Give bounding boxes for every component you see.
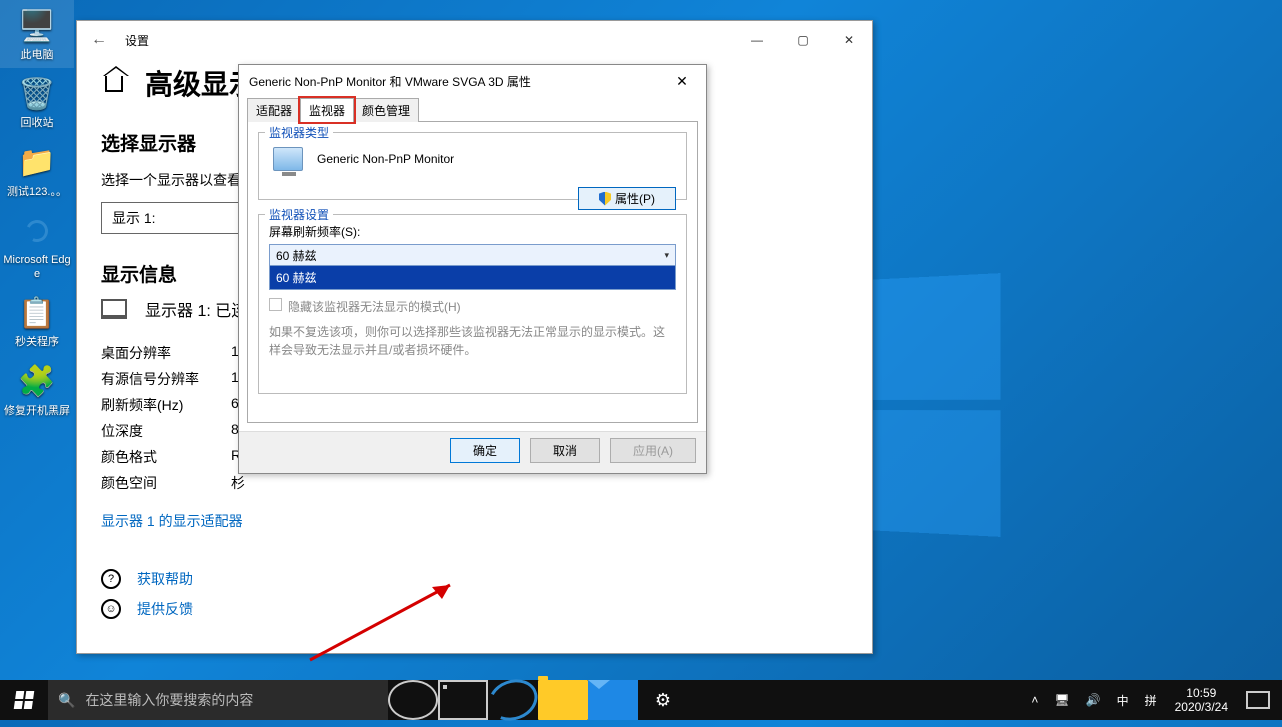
desktop-icon-this-pc[interactable]: 🖥️ 此电脑 [0, 0, 74, 68]
recycle-bin-icon: 🗑️ [17, 74, 57, 114]
get-help-link[interactable]: ? 获取帮助 [101, 569, 848, 589]
monitor-device-icon [273, 147, 303, 171]
folder-icon: 📁 [17, 143, 57, 183]
feedback-text: 提供反馈 [137, 599, 193, 619]
task-view-button[interactable] [438, 680, 488, 720]
search-icon: 🔍 [58, 692, 75, 709]
refresh-rate-label: 屏幕刷新频率(S): [269, 223, 676, 240]
cancel-button[interactable]: 取消 [530, 438, 600, 463]
taskbar-app-settings[interactable]: ⚙ [638, 680, 688, 720]
desktop-icon-folder[interactable]: 📁 测试123.。。 [0, 137, 74, 205]
monitor-name: Generic Non-PnP Monitor [317, 152, 454, 166]
taskbar-app-edge[interactable] [488, 680, 538, 720]
group-title: 监视器设置 [265, 206, 333, 223]
help-text: 获取帮助 [137, 569, 193, 589]
taskbar-search[interactable]: 🔍 在这里输入你要搜索的内容 [48, 680, 388, 720]
maximize-button[interactable]: ▢ [780, 25, 826, 55]
display-dropdown-value: 显示 1: [112, 208, 156, 228]
info-label: 位深度 [101, 421, 231, 441]
uac-shield-icon [599, 192, 611, 206]
desktop-icon-app2[interactable]: 🧩 修复开机黑屏 [0, 356, 74, 424]
close-button[interactable]: ✕ [826, 25, 872, 55]
group-monitor-type: 监视器类型 Generic Non-PnP Monitor 属性(P) [258, 132, 687, 200]
pc-icon: 🖥️ [17, 6, 57, 46]
desktop-icons: 🖥️ 此电脑 🗑️ 回收站 📁 测试123.。。 Microsoft Edge … [0, 0, 74, 424]
back-button[interactable]: ← [77, 31, 121, 49]
circle-icon [388, 680, 438, 720]
group-monitor-settings: 监视器设置 屏幕刷新频率(S): 60 赫兹 ▾ 60 赫兹 隐藏该监视器无法显… [258, 214, 687, 394]
info-label: 有源信号分辨率 [101, 369, 231, 389]
taskbar-clock[interactable]: 10:59 2020/3/24 [1167, 686, 1236, 715]
settings-title: 设置 [125, 32, 149, 49]
desktop-icon-label: Microsoft Edge [2, 253, 72, 282]
tab-adapter[interactable]: 适配器 [247, 98, 301, 122]
help-icon: ? [101, 569, 121, 589]
monitor-icon [101, 299, 127, 319]
taskbar-app-mail[interactable] [588, 680, 638, 720]
adapter-properties-link[interactable]: 显示器 1 的显示适配器 [101, 511, 848, 531]
refresh-rate-value: 60 赫兹 [276, 247, 317, 264]
app-icon: 🧩 [17, 362, 57, 402]
chevron-down-icon: ▾ [664, 250, 669, 261]
action-center-button[interactable] [1246, 691, 1270, 709]
dialog-button-row: 确定 取消 应用(A) [239, 431, 706, 473]
info-label: 颜色格式 [101, 447, 231, 467]
desktop-icon-label: 秒关程序 [15, 335, 59, 349]
info-label: 桌面分辨率 [101, 343, 231, 363]
app-icon: 📋 [17, 293, 57, 333]
info-label: 颜色空间 [101, 473, 231, 493]
home-icon[interactable] [105, 74, 123, 92]
hide-modes-label: 隐藏该监视器无法显示的模式(H) [288, 298, 461, 315]
mail-icon [588, 680, 638, 720]
apply-button[interactable]: 应用(A) [610, 438, 696, 463]
desktop-icon-label: 此电脑 [21, 48, 54, 62]
desktop-icon-recycle-bin[interactable]: 🗑️ 回收站 [0, 68, 74, 136]
desktop-icon-label: 测试123.。。 [7, 185, 67, 199]
edge-icon [17, 211, 57, 251]
start-button[interactable] [0, 680, 48, 720]
desktop-icon-label: 回收站 [21, 116, 54, 130]
cortana-button[interactable] [388, 680, 438, 720]
windows-logo-icon [14, 691, 35, 709]
group-title: 监视器类型 [265, 124, 333, 141]
properties-button[interactable]: 属性(P) [578, 187, 676, 210]
dialog-title: Generic Non-PnP Monitor 和 VMware SVGA 3D… [249, 73, 531, 90]
taskbar-app-explorer[interactable] [538, 680, 588, 720]
settings-titlebar: ← 设置 — ▢ ✕ [77, 21, 872, 59]
ok-button[interactable]: 确定 [450, 438, 520, 463]
minimize-button[interactable]: — [734, 25, 780, 55]
refresh-rate-option[interactable]: 60 赫兹 [269, 266, 676, 290]
taskbar: 🔍 在这里输入你要搜索的内容 ⚙ ˄ 🖥 🔊 中 拼 10:59 2020/3/… [0, 680, 1282, 720]
dialog-close-button[interactable]: ✕ [668, 73, 696, 90]
tab-panel-monitor: 监视器类型 Generic Non-PnP Monitor 属性(P) 监视器设… [247, 121, 698, 423]
tab-color-management[interactable]: 颜色管理 [353, 98, 419, 122]
ime-indicator[interactable]: 中 [1111, 692, 1135, 709]
feedback-icon: ☺ [101, 599, 121, 619]
properties-button-label: 属性(P) [615, 190, 655, 207]
tray-network-icon[interactable]: 🖥 [1048, 693, 1075, 707]
dialog-titlebar: Generic Non-PnP Monitor 和 VMware SVGA 3D… [239, 65, 706, 97]
desktop-icon-edge[interactable]: Microsoft Edge [0, 205, 74, 288]
info-value: 杉 [231, 473, 848, 493]
tab-monitor[interactable]: 监视器 [300, 98, 354, 122]
ime-mode[interactable]: 拼 [1139, 692, 1163, 709]
tray-volume-icon[interactable]: 🔊 [1080, 693, 1107, 707]
hide-modes-hint: 如果不复选该项，则你可以选择那些该监视器无法正常显示的显示模式。这样会导致无法显… [269, 323, 676, 359]
clock-time: 10:59 [1175, 686, 1228, 700]
search-placeholder: 在这里输入你要搜索的内容 [85, 690, 253, 710]
task-view-icon [438, 680, 488, 720]
hide-modes-checkbox[interactable] [269, 298, 282, 311]
tray-chevron[interactable]: ˄ [1025, 693, 1044, 707]
edge-icon [483, 673, 544, 727]
clock-date: 2020/3/24 [1175, 700, 1228, 714]
desktop-icon-label: 修复开机黑屏 [4, 404, 70, 418]
feedback-link[interactable]: ☺ 提供反馈 [101, 599, 848, 619]
refresh-rate-dropdown[interactable]: 60 赫兹 ▾ [269, 244, 676, 266]
desktop-icon-app1[interactable]: 📋 秒关程序 [0, 287, 74, 355]
monitor-properties-dialog: Generic Non-PnP Monitor 和 VMware SVGA 3D… [238, 64, 707, 474]
folder-icon [538, 680, 588, 720]
dialog-tabs: 适配器 监视器 颜色管理 [239, 97, 706, 121]
info-label: 刷新频率(Hz) [101, 395, 231, 415]
